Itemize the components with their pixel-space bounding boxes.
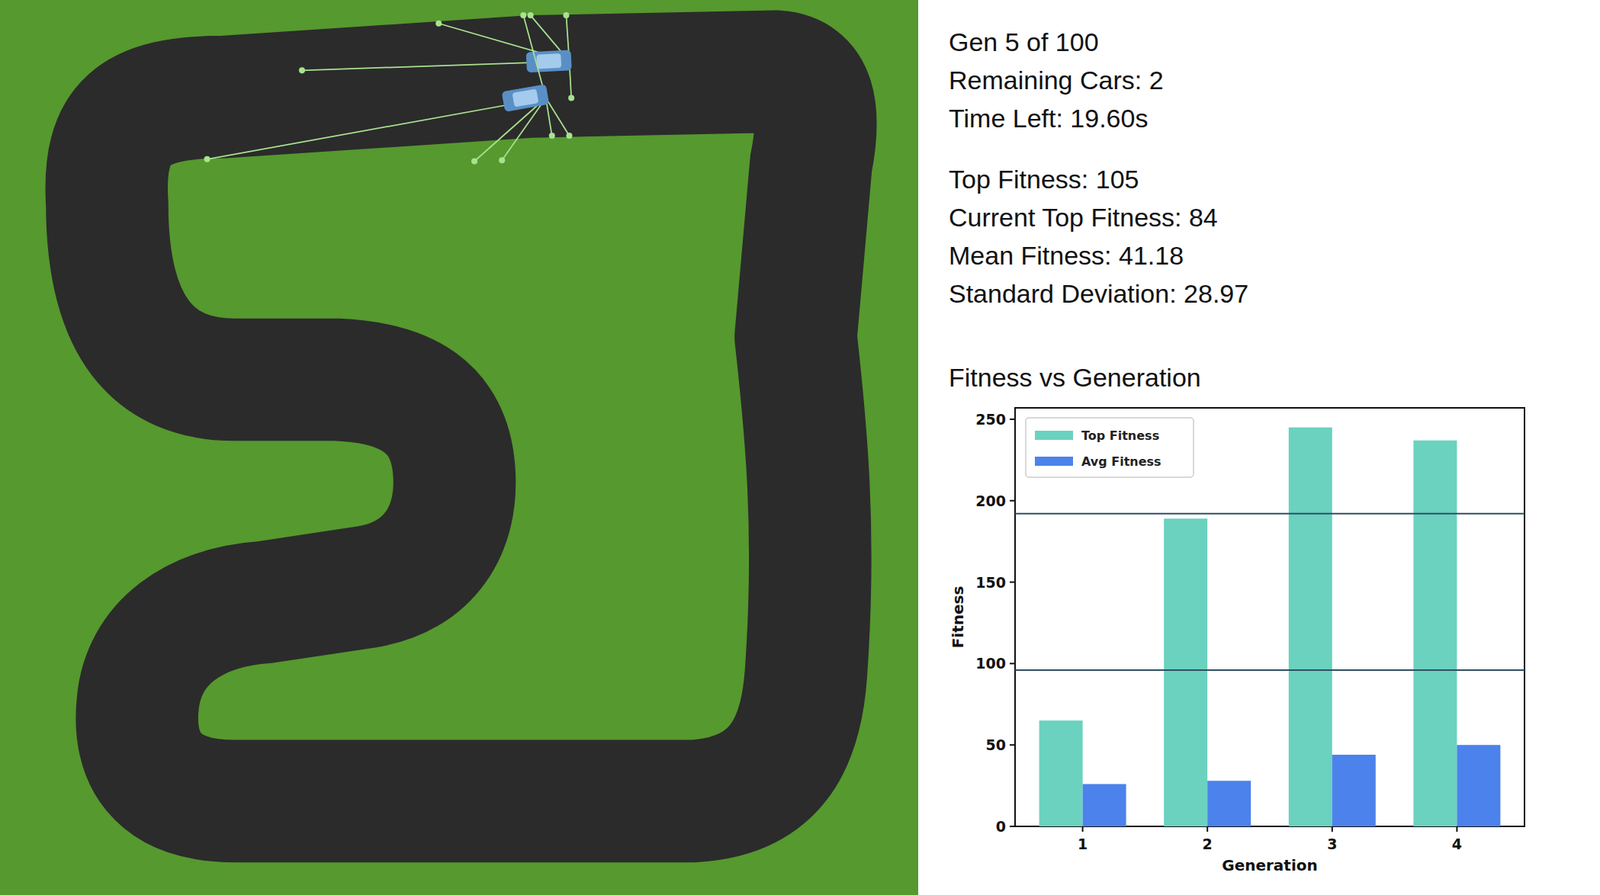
sensor-ray <box>546 98 556 140</box>
y-axis-label: Fitness <box>948 586 968 649</box>
bar <box>1163 518 1208 827</box>
car <box>204 12 573 164</box>
x-tick: 2 <box>1202 826 1213 853</box>
svg-text:2: 2 <box>1202 835 1213 853</box>
legend-swatch <box>1034 430 1074 441</box>
stat-line: Mean Fitness: 41.18 <box>948 236 1600 275</box>
y-tick: 200 <box>975 492 1016 510</box>
svg-text:250: 250 <box>975 411 1006 428</box>
bar <box>1288 427 1333 827</box>
track-canvas <box>0 0 919 895</box>
y-tick: 0 <box>995 818 1016 836</box>
x-tick: 4 <box>1452 826 1462 853</box>
stat-line: Current Top Fitness: 84 <box>948 198 1600 237</box>
svg-text:0: 0 <box>995 818 1006 836</box>
generation-label: Gen 5 of 100 <box>948 22 1600 62</box>
bar <box>1207 780 1251 827</box>
svg-text:Avg Fitness: Avg Fitness <box>1081 454 1162 470</box>
bar <box>1082 783 1127 827</box>
reference-line <box>1015 513 1525 515</box>
simulation-screen: Gen 5 of 100Remaining Cars: 2Time Left: … <box>0 0 1600 895</box>
legend-swatch <box>1034 456 1074 466</box>
car-icon <box>501 83 550 113</box>
stat-line: Top Fitness: 105 <box>948 160 1600 199</box>
legend-item: Avg Fitness <box>1034 454 1162 470</box>
plot-area <box>1015 408 1525 827</box>
bar <box>1039 720 1083 827</box>
svg-text:150: 150 <box>975 574 1006 592</box>
x-tick: 1 <box>1077 826 1088 853</box>
chart-title: Fitness vs Generation <box>948 358 1600 397</box>
bar <box>1413 440 1457 827</box>
sensor-ray <box>546 98 573 140</box>
sensor-ray <box>204 98 547 163</box>
fitness-chart: 0 50 100 150 200 250 1 2 3 4 Fitness Generation Top … <box>941 400 1552 889</box>
bar <box>1456 745 1501 827</box>
grass <box>0 0 919 895</box>
track-map <box>0 0 919 895</box>
remaining-cars: Remaining Cars: 2 <box>948 61 1600 100</box>
legend: Top Fitness Avg Fitness <box>1025 417 1194 478</box>
simulation-info: Gen 5 of 100Remaining Cars: 2Time Left: … <box>948 22 1600 138</box>
svg-text:100: 100 <box>975 655 1006 672</box>
y-tick: 50 <box>986 736 1016 754</box>
svg-text:1: 1 <box>1077 835 1088 853</box>
time-left: Time Left: 19.60s <box>948 99 1600 138</box>
reference-line <box>1015 669 1525 672</box>
y-tick: 150 <box>975 574 1016 592</box>
legend-item: Top Fitness <box>1034 428 1160 444</box>
x-tick: 3 <box>1326 826 1337 853</box>
bar <box>1332 755 1376 827</box>
svg-text:3: 3 <box>1326 835 1337 853</box>
track <box>106 71 817 802</box>
stat-line: Standard Deviation: 28.97 <box>948 274 1600 313</box>
fitness-stats: Top Fitness: 105Current Top Fitness: 84M… <box>948 160 1600 313</box>
svg-text:50: 50 <box>986 736 1006 754</box>
car-icon <box>526 49 572 73</box>
stats-panel: Gen 5 of 100Remaining Cars: 2Time Left: … <box>918 0 1600 895</box>
y-tick: 100 <box>975 655 1016 672</box>
svg-text:Top Fitness: Top Fitness <box>1081 428 1160 444</box>
svg-text:200: 200 <box>975 492 1006 510</box>
svg-text:4: 4 <box>1452 835 1462 853</box>
y-tick: 250 <box>975 411 1016 428</box>
x-axis-label: Generation <box>1221 856 1318 875</box>
